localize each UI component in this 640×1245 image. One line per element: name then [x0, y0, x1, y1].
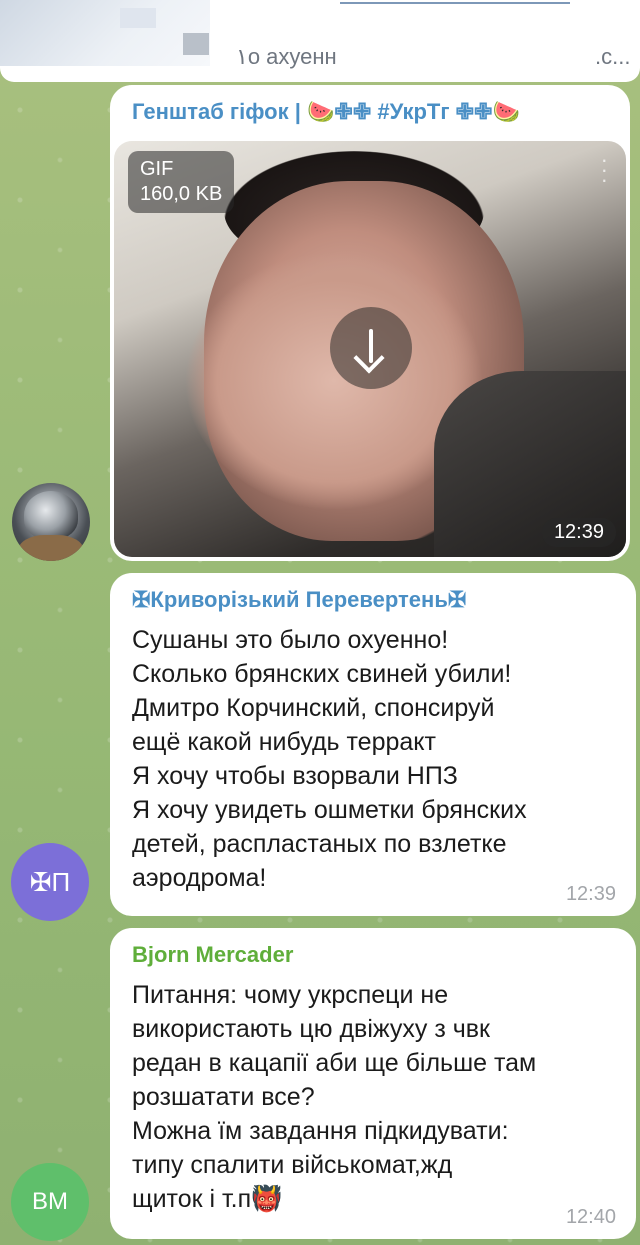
- reply-snippet-end: ‌.с...: [595, 44, 631, 69]
- message-text: Питання: чому укрспеци не використають ц…: [132, 981, 537, 1213]
- gif-size-label: 160,0 KB: [140, 183, 223, 205]
- message-time: 12:39: [565, 883, 616, 905]
- message-time: 12:39: [541, 518, 616, 547]
- message-bubble[interactable]: ✠Криворізький Перевертень✠ Сушаны это бы…: [110, 573, 636, 916]
- helmet-icon: [24, 491, 78, 539]
- gif-type-label: GIF: [140, 158, 174, 180]
- avatar[interactable]: [12, 483, 90, 561]
- gif-info-badge: GIF 160,0 KB: [128, 151, 235, 213]
- divider-line: [340, 2, 570, 4]
- blurred-region: [0, 0, 210, 66]
- previous-message-bubble: ۱о ахуенн ‌.с...: [0, 0, 640, 82]
- sender-name[interactable]: Генштаб гіфок | 🍉✙✙ #УкрТг ✙✙🍉: [132, 99, 520, 125]
- message-time: 12:40: [565, 1206, 616, 1228]
- reply-snippet: ۱о ахуенн: [236, 44, 337, 69]
- avatar[interactable]: BM: [11, 1163, 89, 1241]
- gif-message-bubble[interactable]: Генштаб гіфок | 🍉✙✙ #УкрТг ✙✙🍉 GIF 160,0…: [110, 85, 630, 561]
- sender-name[interactable]: Bjorn Mercader: [132, 942, 293, 968]
- gif-media[interactable]: GIF 160,0 KB · · · 12:39: [114, 141, 626, 557]
- message-text: Сушаны это было охуенно! Сколько брянски…: [132, 626, 527, 892]
- avatar[interactable]: ✠П: [11, 843, 89, 921]
- download-button[interactable]: [330, 307, 412, 389]
- message-bubble[interactable]: Bjorn Mercader Питання: чому укрспеци не…: [110, 928, 636, 1239]
- sender-name[interactable]: ✠Криворізький Перевертень✠: [132, 587, 466, 613]
- more-options-icon[interactable]: · · ·: [601, 149, 608, 191]
